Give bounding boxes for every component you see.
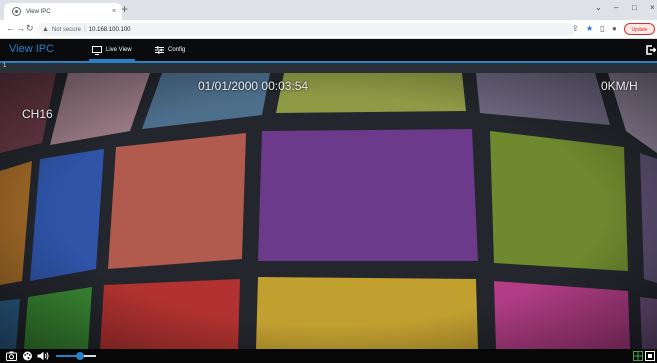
browser-toolbar: ← → ↻ ▲ Not secure | 10.168.100.100 ⇪ ★ …	[0, 20, 657, 39]
address-separator: |	[83, 26, 86, 33]
logout-icon[interactable]	[646, 45, 656, 55]
sliders-icon	[155, 46, 164, 54]
app-title: View IPC	[9, 43, 55, 55]
back-icon[interactable]: ←	[6, 23, 15, 33]
forward-icon[interactable]: →	[16, 23, 25, 33]
warning-icon: ▲	[42, 26, 49, 33]
share-icon[interactable]: ⇪	[572, 24, 579, 33]
address-bar[interactable]: ▲ Not secure | 10.168.100.100	[38, 23, 576, 36]
window-maximize-button[interactable]: □	[632, 3, 637, 12]
player-controls	[0, 349, 657, 363]
osd-speed: 0KM/H	[601, 79, 638, 93]
reload-icon[interactable]: ↻	[26, 23, 34, 34]
channel-index: 1	[3, 63, 7, 69]
live-video-view[interactable]: 01/01/2000 00:03:54 0KM/H CH16	[0, 73, 657, 349]
profile-icon[interactable]: ●	[612, 24, 617, 33]
osd-datetime: 01/01/2000 00:03:54	[198, 79, 309, 93]
nav-config[interactable]: Config	[155, 39, 185, 61]
grid-icon[interactable]	[633, 351, 643, 361]
url-text: 10.168.100.100	[88, 26, 131, 33]
speaker-icon[interactable]	[37, 351, 50, 361]
nav-live-view[interactable]: Live View	[89, 39, 135, 61]
osd-channel: CH16	[22, 107, 53, 121]
bookmark-star-icon[interactable]: ★	[586, 24, 593, 33]
site-favicon-icon	[12, 7, 21, 16]
monitor-icon	[92, 45, 102, 55]
browser-tab-title: View IPC	[26, 8, 51, 15]
update-button[interactable]: Update	[624, 23, 655, 35]
camera-feed-image	[0, 73, 657, 349]
camera-icon[interactable]	[6, 351, 17, 361]
nav-live-view-label: Live View	[106, 47, 132, 53]
window-close-button[interactable]: ×	[650, 3, 655, 12]
volume-slider[interactable]	[56, 352, 96, 360]
app-header: View IPC Live View Config	[0, 39, 657, 61]
tab-search-icon[interactable]: ⌄	[595, 3, 602, 12]
browser-tab[interactable]: View IPC ×	[4, 3, 122, 20]
fullscreen-icon[interactable]	[645, 351, 655, 361]
palette-icon[interactable]	[22, 351, 33, 361]
channel-strip: 1	[0, 63, 657, 73]
volume-slider-knob[interactable]	[76, 352, 84, 360]
tab-close-icon[interactable]: ×	[112, 8, 116, 15]
browser-tab-strip: View IPC × + ⌄ – □ ×	[0, 0, 657, 20]
window-minimize-button[interactable]: –	[614, 3, 618, 12]
new-tab-button[interactable]: +	[121, 2, 128, 17]
nav-config-label: Config	[168, 47, 186, 53]
side-panel-icon[interactable]: ▯	[600, 24, 604, 33]
security-label: Not secure	[51, 26, 81, 33]
